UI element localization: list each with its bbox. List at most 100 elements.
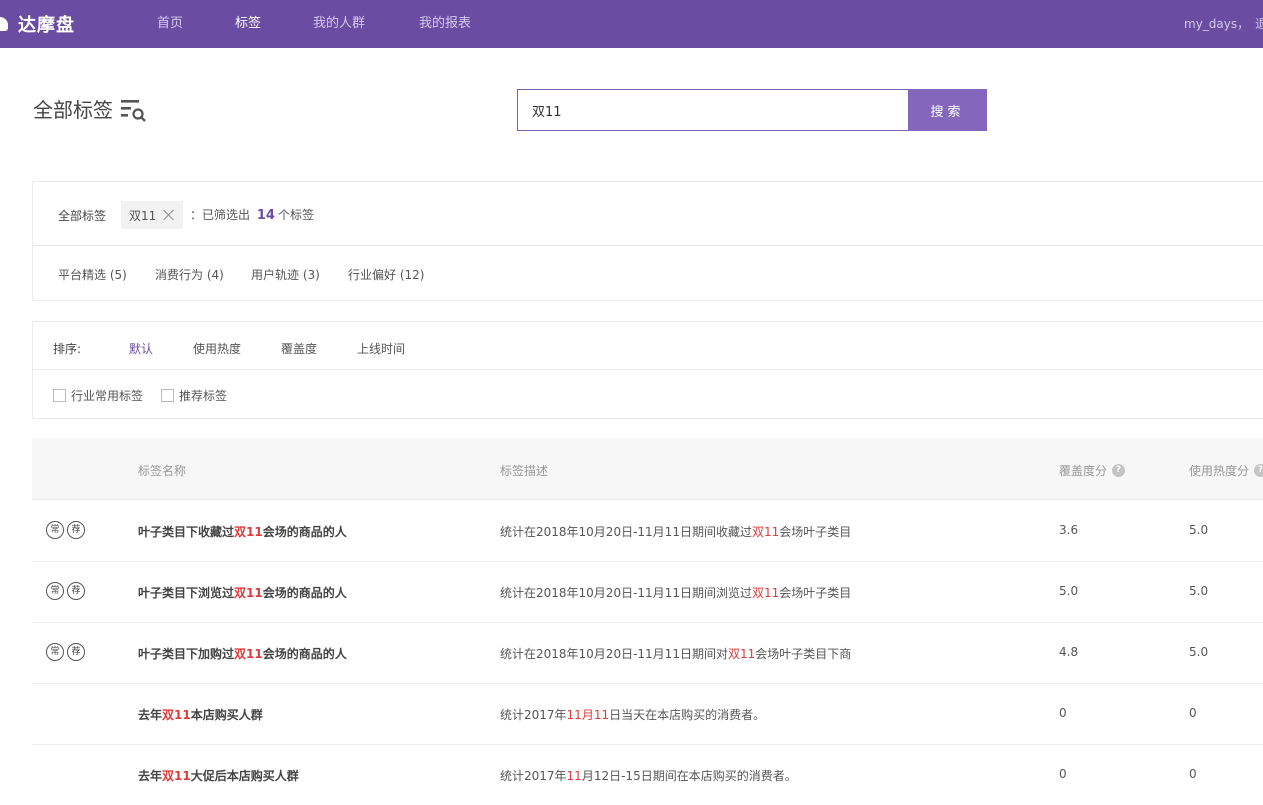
- search-button[interactable]: 搜索: [908, 89, 987, 131]
- common-badge-icon: 常: [46, 521, 64, 539]
- tag-desc-pre: 统计2017年: [500, 769, 567, 783]
- tag-description: 统计2017年11月11日当天在本店购买的消费者。: [500, 706, 765, 723]
- tag-desc-pre: 统计在2018年10月20日-11月11日期间浏览过: [500, 586, 752, 600]
- nav-item-my-crowds[interactable]: 我的人群: [313, 0, 365, 48]
- filter-result-text: ：已筛选出 14 个标签: [190, 206, 314, 223]
- username: my_days，: [1184, 17, 1250, 31]
- tag-name-post: 会场的商品的人: [262, 586, 347, 600]
- result-count: 14: [256, 208, 275, 223]
- tag-name-pre: 去年: [138, 769, 163, 783]
- brand-logo[interactable]: 达摩盘: [0, 12, 75, 36]
- sort-coverage[interactable]: 覆盖度: [281, 340, 317, 357]
- coverage-score: 0: [1059, 706, 1067, 720]
- top-navbar: 达摩盘 首页 标签 我的人群 我的报表 my_days， 退出: [0, 0, 1263, 48]
- heat-score: 5.0: [1189, 523, 1209, 537]
- help-icon[interactable]: ?: [1112, 464, 1126, 477]
- sort-usage-heat[interactable]: 使用热度: [193, 340, 241, 357]
- recommend-badge-icon: 荐: [67, 582, 85, 600]
- table-row[interactable]: 常 荐 叶子类目下浏览过双11会场的商品的人 统计在2018年10月20日-11…: [32, 562, 1263, 623]
- tag-name[interactable]: 去年双11本店购买人群: [138, 706, 263, 723]
- heat-score: 0: [1189, 706, 1197, 720]
- tag-description: 统计在2018年10月20日-11月11日期间浏览过双11会场叶子类目: [500, 584, 851, 601]
- tag-desc-highlight: 双11: [751, 586, 780, 600]
- help-icon[interactable]: ?: [1254, 464, 1263, 477]
- nav-item-tags[interactable]: 标签: [235, 0, 261, 48]
- tag-description: 统计2017年11月12日-15日期间在本店购买的消费者。: [500, 767, 797, 784]
- tag-name-highlight: 双11: [234, 525, 263, 539]
- header-heat-label: 使用热度分: [1189, 464, 1250, 478]
- category-user-trajectory[interactable]: 用户轨迹 (3): [251, 266, 320, 283]
- category-consumer-behavior[interactable]: 消费行为 (4): [155, 266, 224, 283]
- result-prefix: ：已筛选出: [190, 208, 251, 222]
- tag-description: 统计在2018年10月20日-11月11日期间对双11会场叶子类目下商: [500, 645, 851, 662]
- coverage-score: 5.0: [1059, 584, 1079, 598]
- tag-name[interactable]: 去年双11大促后本店购买人群: [138, 767, 299, 784]
- checkbox[interactable]: [53, 389, 66, 402]
- search-input[interactable]: [517, 89, 909, 131]
- tag-desc-pre: 统计在2018年10月20日-11月11日期间收藏过: [500, 525, 752, 539]
- sort-default[interactable]: 默认: [129, 340, 153, 357]
- header-coverage[interactable]: 覆盖度分?: [1059, 462, 1126, 479]
- logo-icon: [0, 13, 10, 35]
- tag-name-post: 会场的商品的人: [262, 525, 347, 539]
- tag-name-highlight: 双11: [162, 769, 191, 783]
- tag-desc-highlight: 11月11: [566, 708, 610, 722]
- sort-online-time[interactable]: 上线时间: [357, 340, 405, 357]
- table-row[interactable]: 常 荐 叶子类目下收藏过双11会场的商品的人 统计在2018年10月20日-11…: [32, 501, 1263, 562]
- recommend-badge-icon: 荐: [67, 643, 85, 661]
- tag-desc-post: 会场叶子类目: [779, 525, 852, 539]
- header-tag-desc-label: 标签描述: [500, 464, 549, 478]
- logout-link[interactable]: 退出: [1255, 17, 1263, 31]
- tag-name[interactable]: 叶子类目下加购过双11会场的商品的人: [138, 645, 347, 662]
- tag-desc-post: 会场叶子类目: [779, 586, 852, 600]
- all-tags-label: 全部标签: [58, 209, 107, 223]
- nav-item-home[interactable]: 首页: [157, 0, 183, 48]
- nav-item-my-reports[interactable]: 我的报表: [419, 0, 471, 48]
- coverage-score: 4.8: [1059, 645, 1079, 659]
- filter-search-icon[interactable]: [120, 97, 148, 123]
- tag-desc-highlight: 11: [566, 769, 582, 783]
- heat-score: 5.0: [1189, 645, 1209, 659]
- tag-desc-pre: 统计2017年: [500, 708, 567, 722]
- tag-desc-post: 日当天在本店购买的消费者。: [609, 708, 766, 722]
- filter-chip-label: 双11: [129, 208, 157, 223]
- tag-name-post: 本店购买人群: [190, 708, 263, 722]
- header-tag-name-label: 标签名称: [138, 464, 187, 478]
- tag-name-highlight: 双11: [234, 586, 263, 600]
- tag-name-highlight: 双11: [234, 647, 263, 661]
- table-row[interactable]: 去年双11大促后本店购买人群 统计2017年11月12日-15日期间在本店购买的…: [32, 745, 1263, 805]
- active-filter-row: 全部标签 双11 ：已筛选出 14 个标签: [33, 182, 1263, 246]
- tag-name-post: 大促后本店购买人群: [190, 769, 299, 783]
- close-icon[interactable]: [163, 209, 175, 221]
- header-heat[interactable]: 使用热度分?: [1189, 462, 1263, 479]
- table-header: 标签名称 标签描述 覆盖度分? 使用热度分?: [32, 438, 1263, 500]
- tag-name-highlight: 双11: [162, 708, 191, 722]
- category-platform-picks[interactable]: 平台精选 (5): [58, 266, 127, 283]
- sort-panel: 排序: 默认 使用热度 覆盖度 上线时间 行业常用标签 推荐标签: [32, 321, 1263, 419]
- filter-chip[interactable]: 双11: [121, 201, 184, 229]
- filter-panel: 全部标签 双11 ：已筛选出 14 个标签 平台精选 (5) 消费行为 (4) 用…: [32, 181, 1263, 301]
- header-tag-name[interactable]: 标签名称: [138, 462, 186, 479]
- tag-name-pre: 叶子类目下加购过: [138, 647, 235, 661]
- heat-score: 0: [1189, 767, 1197, 781]
- tag-name[interactable]: 叶子类目下收藏过双11会场的商品的人: [138, 523, 347, 540]
- tag-name[interactable]: 叶子类目下浏览过双11会场的商品的人: [138, 584, 347, 601]
- coverage-score: 3.6: [1059, 523, 1079, 537]
- header-tag-desc: 标签描述: [500, 462, 548, 479]
- checkbox-label: 行业常用标签: [71, 389, 144, 403]
- recommended-checkbox[interactable]: 推荐标签: [161, 387, 227, 404]
- header-coverage-label: 覆盖度分: [1059, 464, 1108, 478]
- industry-common-checkbox[interactable]: 行业常用标签: [53, 387, 143, 404]
- table-row[interactable]: 去年双11本店购买人群 统计2017年11月11日当天在本店购买的消费者。 0 …: [32, 684, 1263, 745]
- brand-name: 达摩盘: [18, 15, 75, 36]
- user-area: my_days， 退出: [1184, 0, 1263, 48]
- table-row[interactable]: 常 荐 叶子类目下加购过双11会场的商品的人 统计在2018年10月20日-11…: [32, 623, 1263, 684]
- tag-desc-highlight: 双11: [751, 525, 780, 539]
- category-industry-preference[interactable]: 行业偏好 (12): [348, 266, 424, 283]
- tag-desc-pre: 统计在2018年10月20日-11月11日期间对: [500, 647, 728, 661]
- tag-description: 统计在2018年10月20日-11月11日期间收藏过双11会场叶子类目: [500, 523, 851, 540]
- tag-desc-post: 会场叶子类目下商: [755, 647, 852, 661]
- heat-score: 5.0: [1189, 584, 1209, 598]
- tag-name-pre: 叶子类目下浏览过: [138, 586, 235, 600]
- checkbox[interactable]: [161, 389, 174, 402]
